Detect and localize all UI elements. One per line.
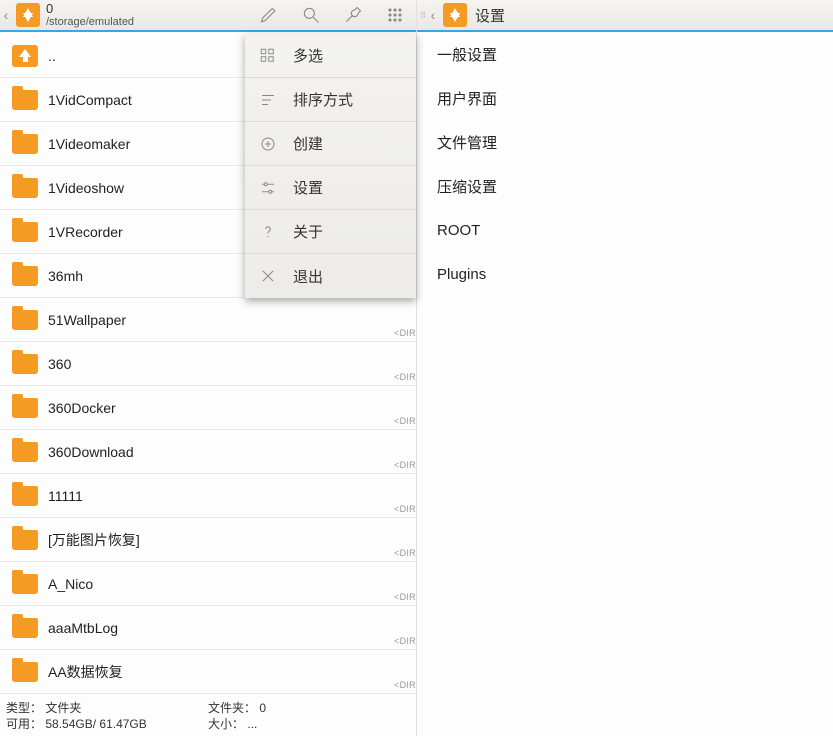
file-row[interactable]: 51Wallpaper<DIR xyxy=(0,298,416,342)
file-row[interactable]: 360Docker<DIR xyxy=(0,386,416,430)
dir-tag: <DIR xyxy=(394,548,416,558)
sort-icon xyxy=(257,89,279,111)
folder-icon xyxy=(12,354,38,374)
back-chevron-icon[interactable]: ‹ xyxy=(427,0,439,30)
file-row[interactable]: [万能图片恢复]<DIR xyxy=(0,518,416,562)
file-name: 360Docker xyxy=(48,400,404,416)
dir-tag: <DIR xyxy=(394,372,416,382)
statusbar-col1: 类型： 文件夹 可用： 58.54GB/ 61.47GB xyxy=(6,700,208,734)
dir-tag: <DIR xyxy=(394,636,416,646)
file-name: aaaMtbLog xyxy=(48,620,404,636)
dir-tag: <DIR xyxy=(394,680,416,690)
settings-item[interactable]: 压缩设置 xyxy=(417,164,833,208)
dropdown-exit[interactable]: 退出 xyxy=(245,254,416,298)
status-folder-label: 文件夹： xyxy=(208,701,256,715)
file-row[interactable]: 360<DIR xyxy=(0,342,416,386)
file-name: [万能图片恢复] xyxy=(48,530,404,550)
folder-icon xyxy=(12,90,38,110)
folder-icon xyxy=(12,222,38,242)
dir-tag: <DIR xyxy=(394,592,416,602)
settings-list: 一般设置用户界面文件管理压缩设置ROOTPlugins xyxy=(417,32,833,296)
folder-icon xyxy=(12,134,38,154)
folder-icon xyxy=(12,398,38,418)
file-row[interactable]: 360Download<DIR xyxy=(0,430,416,474)
folder-icon xyxy=(12,618,38,638)
folder-icon xyxy=(12,442,38,462)
folder-icon xyxy=(12,530,38,550)
edit-icon[interactable] xyxy=(248,0,290,31)
path-title[interactable]: 0 /storage/emulated xyxy=(44,2,248,28)
dir-tag: <DIR xyxy=(394,328,416,338)
drag-handle-icon[interactable]: ⠿ xyxy=(417,0,427,31)
status-avail-label: 可用： xyxy=(6,717,42,731)
right-titlebar: ⠿ ‹ 设置 xyxy=(417,0,833,32)
statusbar: 类型： 文件夹 可用： 58.54GB/ 61.47GB 文件夹： 0 大小： … xyxy=(0,698,416,736)
file-name: 360Download xyxy=(48,444,404,460)
dir-tag: <DIR xyxy=(394,416,416,426)
settings-item[interactable]: ROOT xyxy=(417,208,833,252)
dropdown-label: 创建 xyxy=(293,133,323,154)
settings-icon xyxy=(257,177,279,199)
exit-icon xyxy=(257,265,279,287)
file-name: A_Nico xyxy=(48,576,404,592)
app-logo-icon[interactable] xyxy=(16,3,40,27)
dropdown-label: 排序方式 xyxy=(293,89,353,110)
status-size-value: ... xyxy=(247,717,257,731)
about-icon xyxy=(257,221,279,243)
folder-icon xyxy=(12,178,38,198)
dropdown-create[interactable]: 创建 xyxy=(245,122,416,166)
create-icon xyxy=(257,133,279,155)
menu-icon[interactable] xyxy=(374,0,416,31)
file-name: 360 xyxy=(48,356,404,372)
settings-item[interactable]: 用户界面 xyxy=(417,76,833,120)
statusbar-col2: 文件夹： 0 大小： ... xyxy=(208,700,410,734)
right-pane: ⠿ ‹ 设置 一般设置用户界面文件管理压缩设置ROOTPlugins xyxy=(416,0,833,736)
status-size-label: 大小： xyxy=(208,717,244,731)
toolbar xyxy=(248,0,416,31)
dropdown-label: 退出 xyxy=(293,266,323,287)
status-avail-value: 58.54GB/ 61.47GB xyxy=(45,717,146,731)
settings-title: 设置 xyxy=(471,5,505,26)
status-type-label: 类型： xyxy=(6,701,42,715)
status-folder-value: 0 xyxy=(259,701,266,715)
dir-tag: <DIR xyxy=(394,460,416,470)
left-pane: ‹ 0 /storage/emulated .. 1VidCom xyxy=(0,0,416,736)
dropdown-about[interactable]: 关于 xyxy=(245,210,416,254)
file-row[interactable]: A_Nico<DIR xyxy=(0,562,416,606)
settings-item[interactable]: Plugins xyxy=(417,252,833,296)
folder-icon xyxy=(12,266,38,286)
file-row[interactable]: AA数据恢复<DIR xyxy=(0,650,416,694)
file-name: 51Wallpaper xyxy=(48,312,404,328)
path-title-line1: 0 xyxy=(46,2,248,16)
search-icon[interactable] xyxy=(290,0,332,31)
settings-item[interactable]: 一般设置 xyxy=(417,32,833,76)
dropdown-label: 设置 xyxy=(293,177,323,198)
dropdown-menu: 多选 排序方式 创建 设置 关于 退出 xyxy=(245,34,416,298)
dropdown-multiselect[interactable]: 多选 xyxy=(245,34,416,78)
file-name: AA数据恢复 xyxy=(48,662,404,682)
status-type-value: 文件夹 xyxy=(45,701,81,715)
dropdown-sort[interactable]: 排序方式 xyxy=(245,78,416,122)
up-arrow-icon xyxy=(12,45,38,67)
folder-icon xyxy=(12,486,38,506)
dropdown-label: 关于 xyxy=(293,221,323,242)
dropdown-settings[interactable]: 设置 xyxy=(245,166,416,210)
folder-icon xyxy=(12,310,38,330)
dir-tag: <DIR xyxy=(394,504,416,514)
app-logo-icon[interactable] xyxy=(443,3,467,27)
file-row[interactable]: 11111<DIR xyxy=(0,474,416,518)
file-name: 11111 xyxy=(48,488,404,504)
left-titlebar: ‹ 0 /storage/emulated xyxy=(0,0,416,32)
settings-item[interactable]: 文件管理 xyxy=(417,120,833,164)
back-chevron-icon[interactable]: ‹ xyxy=(0,0,12,30)
folder-icon xyxy=(12,574,38,594)
dropdown-label: 多选 xyxy=(293,45,323,66)
multiselect-icon xyxy=(257,45,279,67)
wrench-icon[interactable] xyxy=(332,0,374,31)
folder-icon xyxy=(12,662,38,682)
path-title-line2: /storage/emulated xyxy=(46,16,248,28)
file-row[interactable]: aaaMtbLog<DIR xyxy=(0,606,416,650)
